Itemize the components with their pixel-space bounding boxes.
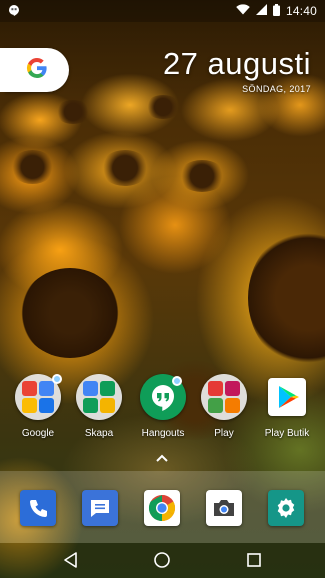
app-label: Skapa [84, 428, 114, 439]
battery-icon [272, 3, 280, 19]
app-label: Play [214, 428, 234, 439]
chrome-icon[interactable] [144, 490, 180, 526]
notification-badge [172, 376, 182, 386]
weekday-year-text: SÖNDAG, 2017 [242, 84, 311, 94]
skapa-folder[interactable]: Skapa [69, 374, 129, 439]
sheets-mini-icon [83, 398, 98, 413]
notification-badge [52, 374, 62, 384]
play-movies-mini-icon [225, 381, 240, 396]
keep-mini-icon [100, 398, 115, 413]
calendar-mini-icon [39, 398, 54, 413]
play-store-icon [268, 378, 306, 416]
phone-icon[interactable] [20, 490, 56, 526]
google-folder[interactable]: Google [8, 374, 68, 439]
sunflower-center [20, 268, 120, 358]
app-label: Hangouts [141, 428, 185, 439]
back-icon[interactable] [62, 551, 80, 569]
sunflower-center [55, 100, 91, 124]
hangouts-app[interactable]: Hangouts [133, 374, 193, 439]
play-folder[interactable]: Play [194, 374, 254, 439]
sunflower-center [178, 160, 226, 192]
folder-icon [201, 374, 247, 420]
status-time: 14:40 [285, 4, 317, 18]
drive-mini-icon [100, 381, 115, 396]
settings-icon[interactable] [268, 490, 304, 526]
sunflower-center [248, 228, 325, 368]
play-store-app[interactable]: Play Butik [257, 374, 317, 439]
photos-mini-icon [22, 398, 37, 413]
recents-icon[interactable] [245, 551, 263, 569]
date-text: 27 augusti [162, 46, 311, 81]
status-bar: 14:40 [0, 0, 325, 22]
app-label: Play Butik [264, 428, 310, 439]
wifi-icon [236, 4, 250, 18]
folder-icon [76, 374, 122, 420]
play-books-mini-icon [225, 398, 240, 413]
home-app-row: Google Skapa Hangouts Play Play Butik [0, 374, 325, 444]
navigation-bar [0, 543, 325, 578]
docs-mini-icon [83, 381, 98, 396]
play-music-mini-icon [208, 381, 223, 396]
play-games-mini-icon [208, 398, 223, 413]
sunflower-center [10, 150, 55, 184]
maps-mini-icon [39, 381, 54, 396]
camera-icon[interactable] [206, 490, 242, 526]
sunflower-center [145, 95, 181, 119]
home-icon[interactable] [153, 551, 171, 569]
status-right: 14:40 [236, 3, 317, 19]
chevron-up-icon[interactable] [155, 450, 169, 462]
messages-icon[interactable] [82, 490, 118, 526]
hangouts-notification-icon [8, 4, 20, 19]
date-widget[interactable]: 27 augusti SÖNDAG, 2017 [163, 46, 311, 94]
google-g-icon [26, 57, 48, 84]
gmail-mini-icon [22, 381, 37, 396]
app-label: Google [21, 428, 55, 439]
signal-icon [255, 4, 267, 18]
dock [0, 471, 325, 543]
sunflower-center [100, 150, 150, 186]
google-search-widget[interactable] [0, 48, 69, 92]
